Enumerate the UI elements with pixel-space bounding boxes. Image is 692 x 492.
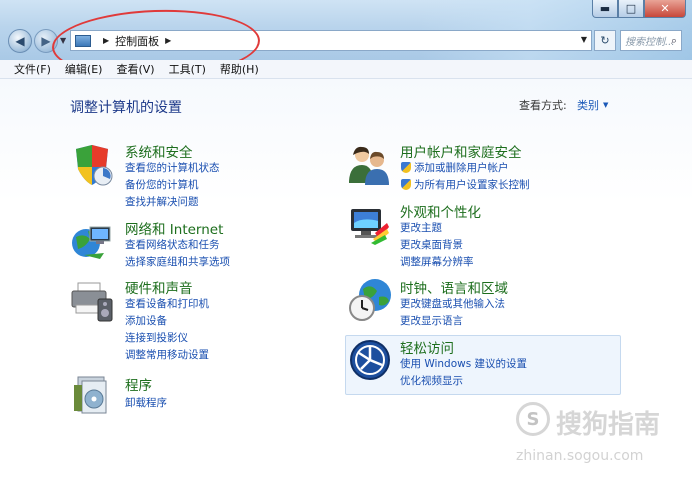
category-title-clock-language-region[interactable]: 时钟、语言和区域 — [400, 277, 508, 297]
monitor-paint-icon[interactable] — [347, 203, 391, 247]
menu-file[interactable]: 文件(F) — [0, 61, 58, 77]
view-by-label: 查看方式: — [519, 99, 567, 112]
menu-edit[interactable]: 编辑(E) — [58, 61, 110, 77]
view-by-dropdown[interactable]: 类别 — [577, 97, 599, 113]
search-placeholder: 搜索控制... — [625, 37, 675, 48]
printer-icon[interactable] — [70, 279, 114, 323]
link-troubleshoot[interactable]: 查找并解决问题 — [125, 194, 199, 209]
shield-icon[interactable] — [70, 143, 114, 187]
back-button[interactable]: ◀ — [8, 29, 32, 53]
link-connect-projector[interactable]: 连接到投影仪 — [125, 330, 188, 345]
link-change-background[interactable]: 更改桌面背景 — [400, 237, 463, 252]
category-title-user-accounts[interactable]: 用户帐户和家庭安全 — [400, 141, 522, 161]
category-title-ease-of-access[interactable]: 轻松访问 — [400, 337, 454, 357]
link-change-theme[interactable]: 更改主题 — [400, 220, 442, 235]
link-parental-controls[interactable]: 为所有用户设置家长控制 — [414, 177, 530, 192]
search-input[interactable]: 搜索控制... ⌕ — [620, 30, 682, 51]
close-button[interactable]: ✕ — [644, 0, 686, 18]
category-title-system-security[interactable]: 系统和安全 — [125, 141, 193, 161]
users-icon[interactable] — [347, 143, 391, 187]
link-view-computer-status[interactable]: 查看您的计算机状态 — [125, 160, 220, 175]
link-mobility-settings[interactable]: 调整常用移动设置 — [125, 347, 209, 362]
link-add-device[interactable]: 添加设备 — [125, 313, 167, 328]
uac-shield-icon — [401, 179, 411, 190]
category-title-hardware-sound[interactable]: 硬件和声音 — [125, 277, 193, 297]
link-uninstall-program[interactable]: 卸载程序 — [125, 395, 167, 410]
link-change-display-language[interactable]: 更改显示语言 — [400, 313, 463, 328]
link-backup-computer[interactable]: 备份您的计算机 — [125, 177, 199, 192]
ease-of-access-icon[interactable] — [349, 339, 391, 381]
link-network-status[interactable]: 查看网络状态和任务 — [125, 237, 220, 252]
category-title-programs[interactable]: 程序 — [125, 374, 152, 394]
chevron-down-icon[interactable]: ▼ — [603, 101, 608, 109]
minimize-button[interactable]: ▬ — [592, 0, 618, 18]
arrow-right-icon: ▶ — [41, 34, 51, 48]
link-add-remove-accounts[interactable]: 添加或删除用户帐户 — [414, 160, 509, 175]
globe-network-icon[interactable] — [70, 219, 114, 263]
category-title-network-internet[interactable]: 网络和 Internet — [125, 218, 223, 238]
arrow-left-icon: ◀ — [15, 34, 25, 48]
category-title-appearance[interactable]: 外观和个性化 — [400, 201, 481, 221]
refresh-icon: ↻ — [600, 34, 610, 47]
uac-shield-icon — [401, 162, 411, 173]
clock-globe-icon[interactable] — [347, 277, 393, 323]
maximize-button[interactable]: □ — [618, 0, 644, 18]
link-screen-resolution[interactable]: 调整屏幕分辨率 — [400, 254, 474, 269]
link-homegroup-sharing[interactable]: 选择家庭组和共享选项 — [125, 254, 230, 269]
refresh-button[interactable]: ↻ — [594, 30, 616, 51]
address-dropdown-icon[interactable]: ▼ — [581, 35, 587, 44]
menu-tools[interactable]: 工具(T) — [162, 61, 213, 77]
search-icon[interactable]: ⌕ — [671, 34, 677, 48]
menu-bar: 文件(F) 编辑(E) 查看(V) 工具(T) 帮助(H) — [0, 60, 692, 79]
window-controls: ▬ □ ✕ — [592, 0, 686, 18]
sogou-logo-icon: S — [516, 402, 550, 436]
watermark-url: zhinan.sogou.com — [516, 448, 644, 464]
page-title: 调整计算机的设置 — [70, 100, 182, 116]
link-optimize-display[interactable]: 优化视频显示 — [400, 373, 463, 388]
watermark-text: 搜狗指南 — [556, 410, 661, 440]
link-windows-recommended-settings[interactable]: 使用 Windows 建议的设置 — [400, 356, 527, 371]
menu-help[interactable]: 帮助(H) — [213, 61, 266, 77]
control-panel-window: ▬ □ ✕ ◀ ▶ ▼ ▶ 控制面板 ▶ ▼ ↻ 搜索控制... ⌕ 文件(F)… — [0, 0, 692, 492]
programs-icon[interactable] — [72, 375, 112, 415]
menu-view[interactable]: 查看(V) — [109, 61, 161, 77]
link-devices-printers[interactable]: 查看设备和打印机 — [125, 296, 209, 311]
link-change-keyboard[interactable]: 更改键盘或其他输入法 — [400, 296, 505, 311]
